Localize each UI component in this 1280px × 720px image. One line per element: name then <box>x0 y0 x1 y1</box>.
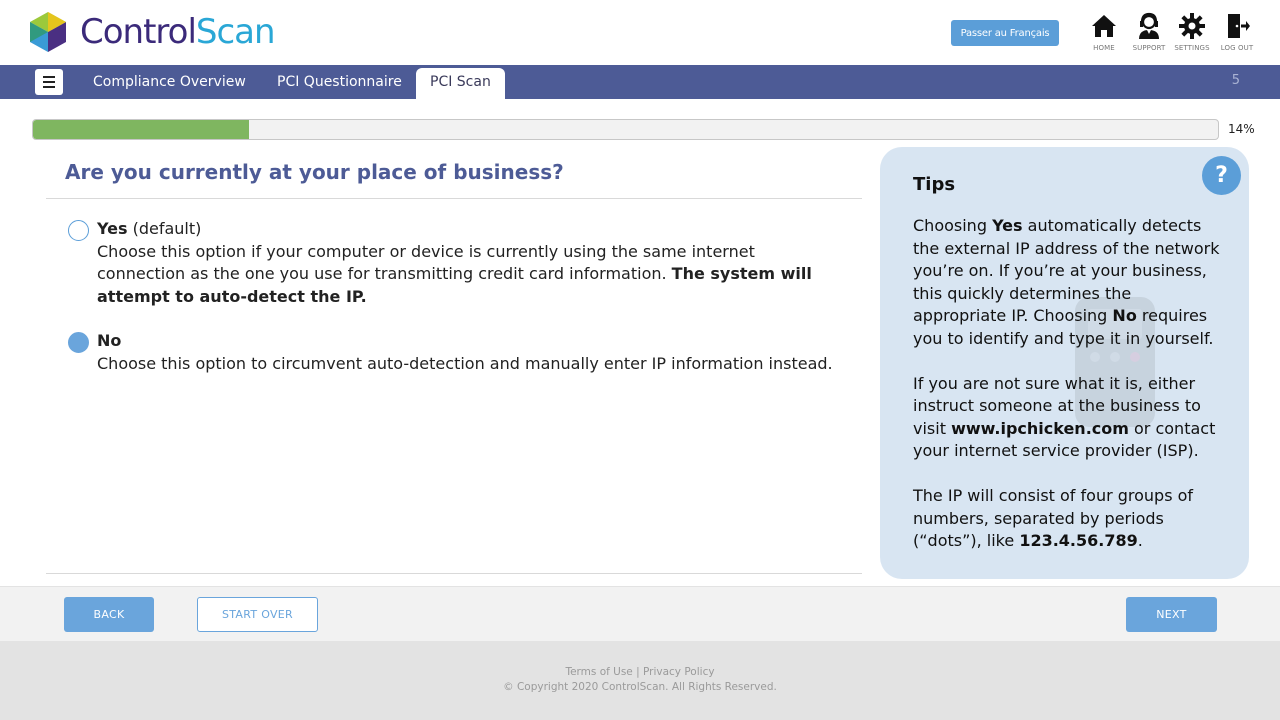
divider <box>46 573 862 574</box>
settings-label: SETTINGS <box>1174 44 1210 52</box>
help-button[interactable]: ? <box>1202 156 1241 195</box>
question-title: Are you currently at your place of busin… <box>65 160 564 184</box>
logout-label: LOG OUT <box>1220 44 1254 52</box>
footer-links: Terms of Use | Privacy Policy <box>565 666 715 678</box>
progress-bar <box>32 119 1219 140</box>
brand-name: ControlScan <box>80 12 276 52</box>
back-button[interactable]: BACK <box>64 597 154 632</box>
support-button[interactable]: SUPPORT <box>1129 12 1169 54</box>
privacy-link[interactable]: Privacy Policy <box>643 666 715 678</box>
tips-body: Choosing Yes automatically detects the e… <box>913 215 1223 575</box>
settings-icon <box>1179 13 1205 39</box>
radio-no[interactable] <box>68 332 89 353</box>
home-button[interactable]: HOME <box>1084 12 1124 54</box>
hexagon-cube-logo-icon <box>30 12 66 52</box>
logout-icon <box>1228 14 1250 38</box>
divider <box>46 198 862 199</box>
tips-title: Tips <box>913 174 956 195</box>
logout-button[interactable]: LOG OUT <box>1217 12 1257 54</box>
main-nav: Compliance Overview PCI Questionnaire PC… <box>0 65 1280 99</box>
start-over-button[interactable]: START OVER <box>197 597 318 632</box>
tips-paragraph: If you are not sure what it is, either i… <box>913 373 1216 461</box>
tab-pci-questionnaire[interactable]: PCI Questionnaire <box>263 65 416 99</box>
next-button[interactable]: NEXT <box>1126 597 1217 632</box>
progress-fill <box>33 120 249 139</box>
option-no-description: Choose this option to circumvent auto-de… <box>97 353 833 373</box>
hamburger-menu-button[interactable] <box>35 69 63 95</box>
home-icon <box>1092 15 1116 37</box>
option-yes-description: Choose this option if your computer or d… <box>97 241 812 306</box>
terms-link[interactable]: Terms of Use <box>565 666 632 678</box>
header: ControlScan Passer au Français HOME SUPP… <box>0 0 1280 65</box>
tips-paragraph: The IP will consist of four groups of nu… <box>913 486 1194 550</box>
option-no[interactable]: No Choose this option to circumvent auto… <box>68 330 848 375</box>
option-no-title: No <box>97 331 122 350</box>
option-yes-title: Yes <box>97 219 128 238</box>
radio-yes[interactable] <box>68 220 89 241</box>
action-bar: BACK START OVER NEXT <box>0 586 1280 641</box>
tips-paragraph: Choosing Yes automatically detects the e… <box>913 216 1220 348</box>
copyright: © Copyright 2020 ControlScan. All Rights… <box>503 681 777 693</box>
progress-percent: 14% <box>1228 122 1255 136</box>
footer: Terms of Use | Privacy Policy © Copyrigh… <box>0 641 1280 720</box>
tips-panel: ? Tips Choosing Yes automatically detect… <box>880 147 1249 579</box>
nav-count: 5 <box>1231 73 1240 88</box>
settings-button[interactable]: SETTINGS <box>1172 12 1212 54</box>
hamburger-icon <box>43 76 55 78</box>
home-label: HOME <box>1093 44 1115 52</box>
option-yes-suffix: (default) <box>127 219 202 238</box>
language-toggle-button[interactable]: Passer au Français <box>951 20 1059 46</box>
support-label: SUPPORT <box>1132 44 1166 52</box>
option-yes[interactable]: Yes (default) Choose this option if your… <box>68 218 848 308</box>
controlscan-logo[interactable]: ControlScan <box>26 9 276 55</box>
tab-pci-scan[interactable]: PCI Scan <box>416 68 505 99</box>
support-icon <box>1139 12 1159 39</box>
tab-compliance-overview[interactable]: Compliance Overview <box>79 65 260 99</box>
